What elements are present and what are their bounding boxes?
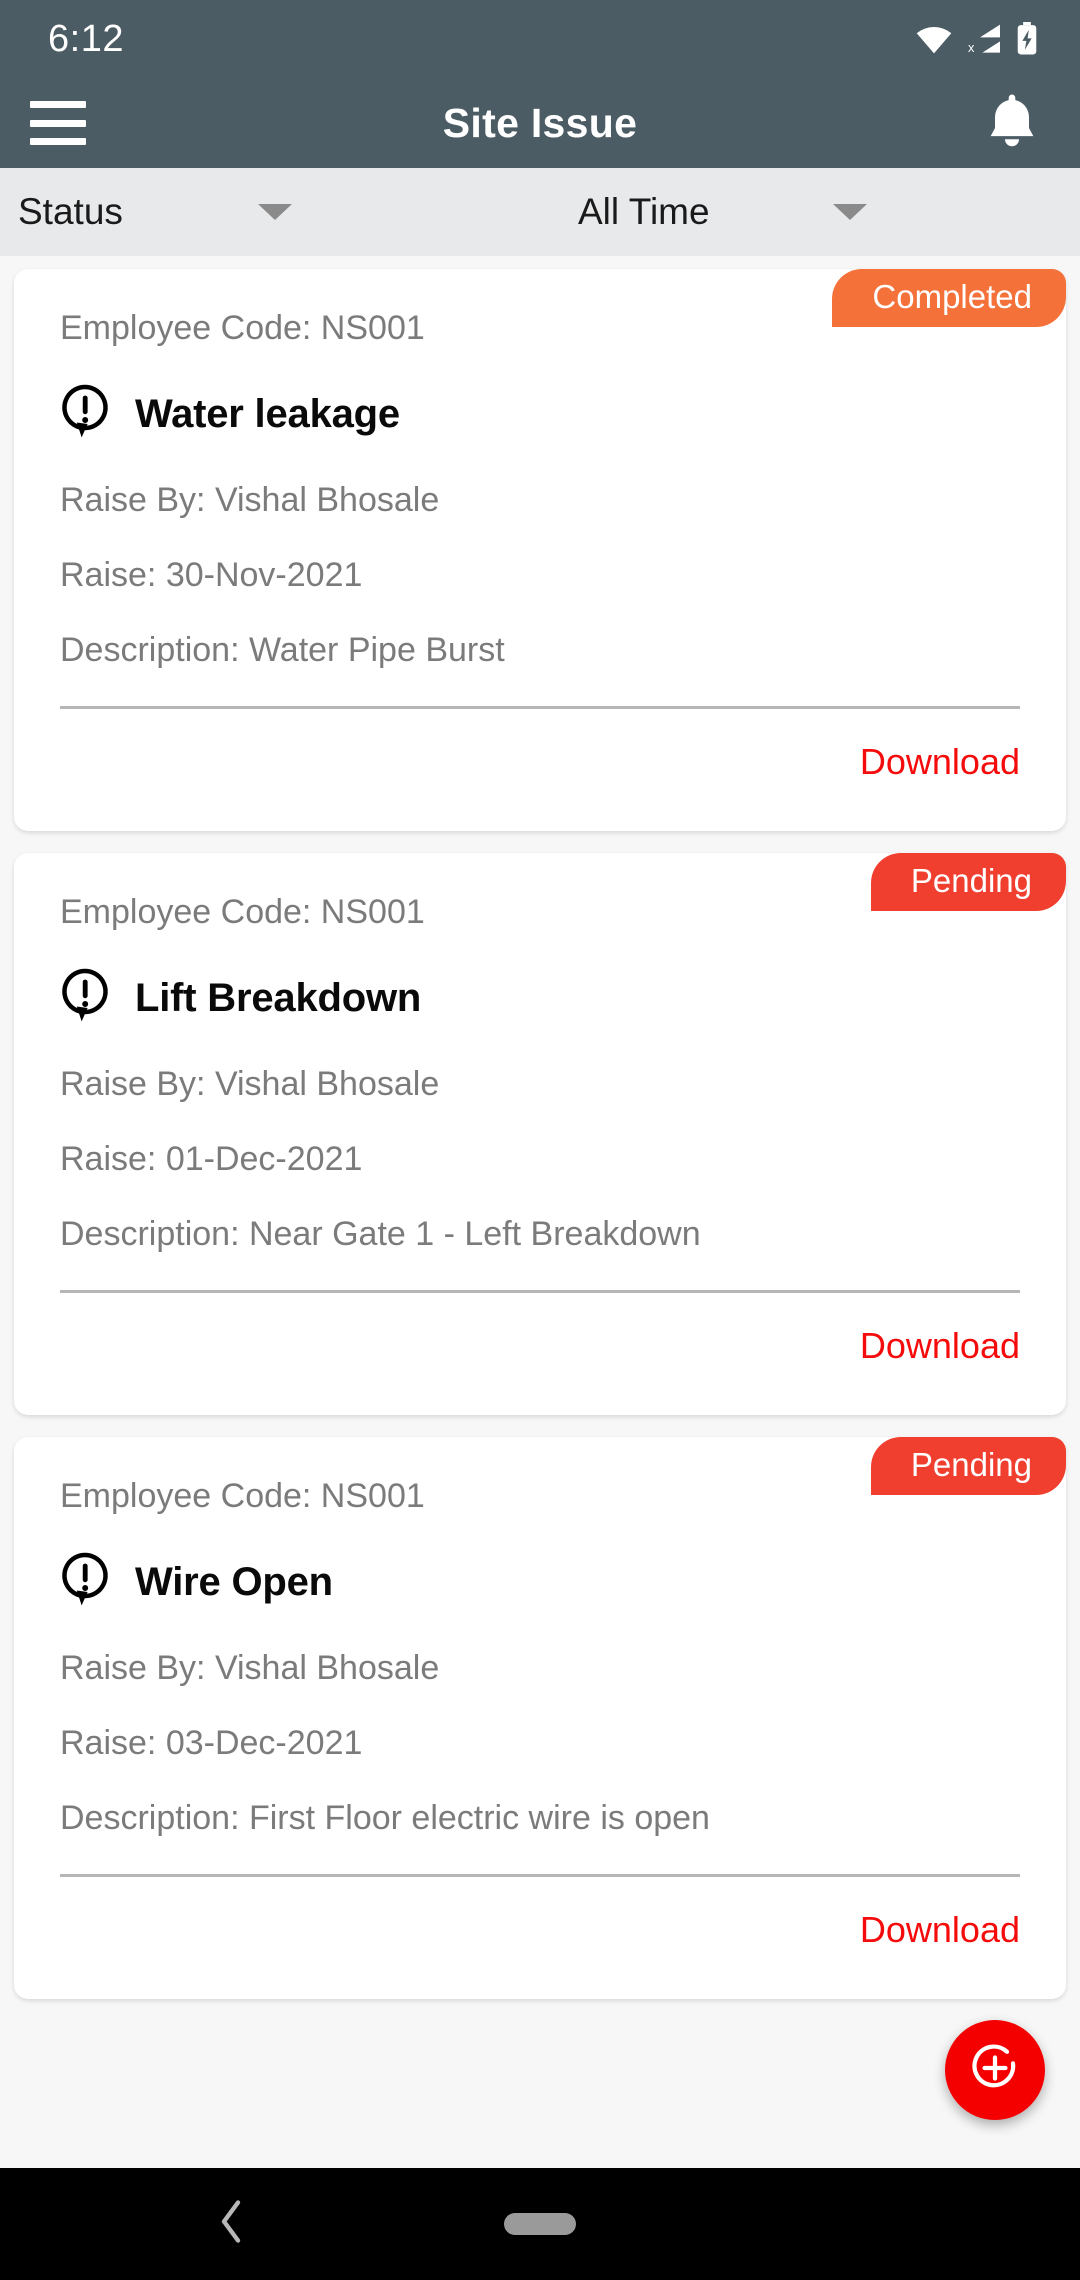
download-button[interactable]: Download [860, 1909, 1020, 1951]
issue-title: Wire Open [135, 1560, 333, 1604]
issue-card-list: Completed Employee Code: NS001 Water lea… [0, 256, 1080, 2168]
raised-by: Raise By: Vishal Bhosale [60, 1065, 440, 1103]
download-button[interactable]: Download [860, 741, 1020, 783]
hamburger-menu-icon[interactable] [30, 101, 86, 145]
issue-card[interactable]: Pending Employee Code: NS001 Lift Breakd… [14, 853, 1066, 1415]
svg-text:x: x [968, 40, 975, 55]
bell-icon [985, 92, 1039, 155]
issue-card[interactable]: Completed Employee Code: NS001 Water lea… [14, 269, 1066, 831]
card-actions: Download [60, 1293, 1020, 1395]
card-actions: Download [60, 709, 1020, 811]
page-title: Site Issue [442, 99, 638, 146]
status-badge: Pending [870, 1437, 1066, 1495]
status-bar-clock: 6:12 [48, 17, 124, 60]
issue-title: Lift Breakdown [135, 976, 422, 1020]
raise-date: Raise: 30-Nov-2021 [60, 556, 363, 594]
time-filter-label: All Time [578, 191, 710, 232]
raised-by: Raise By: Vishal Bhosale [60, 481, 440, 519]
issue-title-row: Lift Breakdown [60, 968, 1020, 1029]
hamburger-bar [30, 101, 86, 108]
issue-title-row: Wire Open [60, 1552, 1020, 1613]
issue-title: Water leakage [135, 392, 400, 436]
phone-screen: 6:12 x Site Issue Status All Time Comple… [0, 0, 1080, 2280]
cellular-no-sim-icon: x [964, 23, 1004, 55]
raised-by: Raise By: Vishal Bhosale [60, 1649, 440, 1687]
add-circle-plus-icon [966, 2039, 1024, 2102]
wifi-icon [914, 23, 954, 55]
chevron-down-icon [257, 204, 292, 220]
card-actions: Download [60, 1877, 1020, 1979]
battery-charging-icon [1014, 22, 1040, 56]
time-filter-dropdown[interactable]: All Time [520, 191, 1080, 233]
back-chevron-icon[interactable] [218, 2199, 244, 2250]
system-navigation-bar [0, 2168, 1080, 2280]
filter-bar: Status All Time [0, 168, 1080, 256]
status-filter-dropdown[interactable]: Status [0, 191, 520, 233]
home-pill-icon[interactable] [504, 2213, 576, 2235]
issue-title-row: Water leakage [60, 384, 1020, 445]
issue-description: Description: Near Gate 1 - Left Breakdow… [60, 1215, 701, 1253]
alert-exclamation-icon [60, 384, 110, 445]
alert-exclamation-icon [60, 968, 110, 1029]
issue-description: Description: First Floor electric wire i… [60, 1799, 710, 1837]
chevron-down-icon [832, 204, 867, 220]
alert-exclamation-icon [60, 1552, 110, 1613]
status-filter-label: Status [18, 191, 123, 232]
hamburger-bar [30, 119, 86, 127]
status-bar: 6:12 x [0, 0, 1080, 78]
app-bar: Site Issue [0, 78, 1080, 168]
status-bar-icons: x [914, 22, 1040, 56]
add-issue-fab[interactable] [945, 2020, 1045, 2120]
hamburger-bar [30, 138, 86, 145]
issue-description: Description: Water Pipe Burst [60, 631, 505, 669]
issue-card[interactable]: Pending Employee Code: NS001 Wire Open R… [14, 1437, 1066, 1999]
raise-date: Raise: 03-Dec-2021 [60, 1724, 363, 1762]
status-badge: Pending [870, 853, 1066, 911]
status-badge: Completed [832, 269, 1066, 327]
notification-button[interactable] [980, 91, 1044, 155]
download-button[interactable]: Download [860, 1325, 1020, 1367]
raise-date: Raise: 01-Dec-2021 [60, 1140, 363, 1178]
